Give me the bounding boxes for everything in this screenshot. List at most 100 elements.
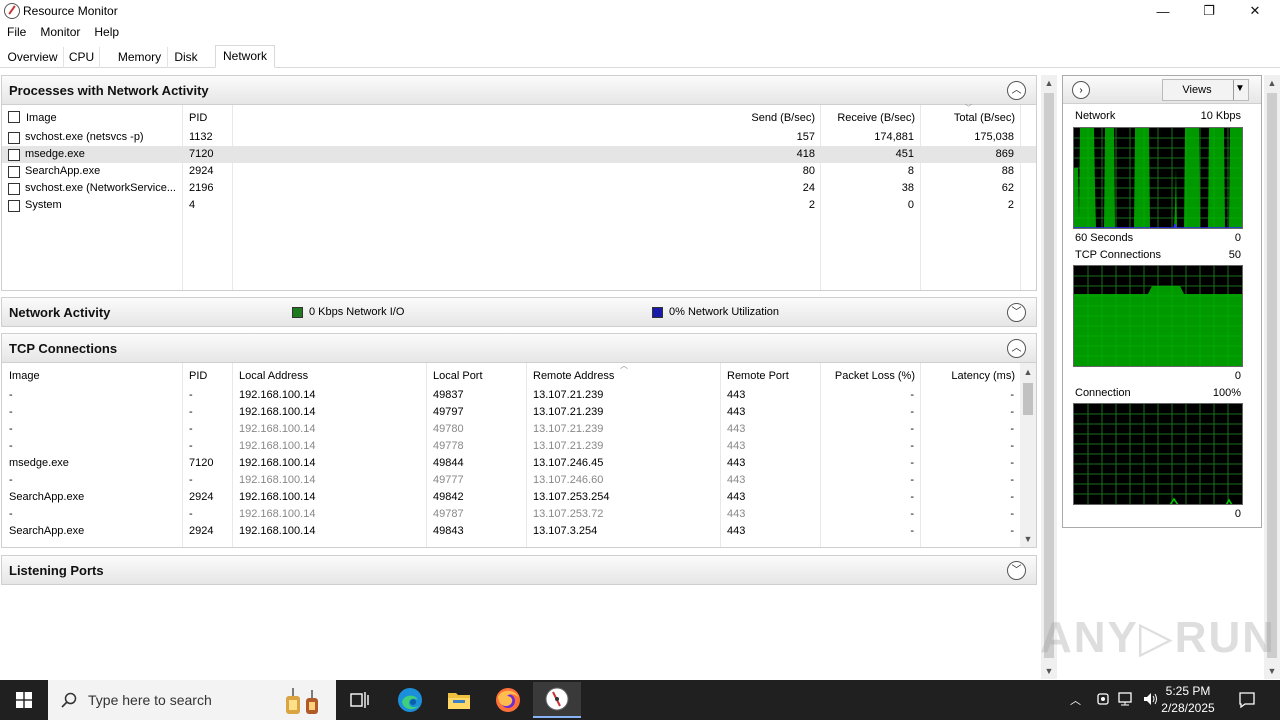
graph-scroll-down-icon[interactable]: ▼ <box>1264 663 1280 679</box>
file-explorer-icon[interactable] <box>435 684 483 716</box>
row-local-port: 49777 <box>433 474 464 486</box>
row-packet-loss: - <box>910 474 914 486</box>
minimize-button[interactable]: — <box>1140 0 1186 22</box>
tab-memory[interactable]: Memory <box>112 47 168 68</box>
scroll-up-icon[interactable]: ▲ <box>1020 364 1036 380</box>
row-receive: 38 <box>901 182 914 194</box>
graph-scroll-up-icon[interactable]: ▲ <box>1264 75 1280 91</box>
table-row-selected[interactable]: msedge.exe 7120 418 451 869 <box>2 146 1036 163</box>
table-row[interactable]: svchost.exe (NetworkService... 2196 24 3… <box>2 180 1036 197</box>
row-checkbox[interactable] <box>8 166 20 178</box>
col-image[interactable]: Image <box>9 370 40 382</box>
table-row[interactable]: - - 192.168.100.14 49837 13.107.21.239 443 - - <box>2 387 1036 404</box>
tcp-graph <box>1073 265 1243 367</box>
search-icon <box>61 692 77 708</box>
table-row[interactable]: - - 192.168.100.14 49778 13.107.21.239 443 - - <box>2 438 1036 455</box>
table-row[interactable]: SearchApp.exe 2924 192.168.100.14 49843 13.1… <box>2 523 1036 540</box>
scroll-thumb[interactable] <box>1023 383 1033 415</box>
row-latency: - <box>1010 440 1014 452</box>
tab-network[interactable]: Network <box>215 45 275 68</box>
row-total: 88 <box>1001 165 1014 177</box>
tab-cpu[interactable]: CPU <box>64 47 100 68</box>
maximize-button[interactable]: ❐ <box>1186 0 1232 22</box>
listening-ports-panel-header[interactable]: Listening Ports ﹀ <box>1 555 1037 585</box>
row-packet-loss: - <box>910 406 914 418</box>
firefox-icon[interactable] <box>484 684 532 716</box>
row-checkbox[interactable] <box>8 200 20 212</box>
network-graph-min: 0 <box>1234 232 1241 244</box>
processes-panel-header[interactable]: Processes with Network Activity ︿ <box>1 75 1037 105</box>
scroll-down-icon[interactable]: ▼ <box>1020 531 1036 547</box>
collapse-tcp-icon[interactable]: ︿ <box>1007 339 1026 358</box>
table-row[interactable]: msedge.exe 7120 192.168.100.14 49844 13.107.… <box>2 455 1036 472</box>
main-scroll-down-icon[interactable]: ▼ <box>1041 663 1057 679</box>
table-row[interactable]: - - 192.168.100.14 49780 13.107.21.239 443 - - <box>2 421 1036 438</box>
table-row[interactable]: SearchApp.exe 2924 80 8 88 <box>2 163 1036 180</box>
row-local-address: 192.168.100.14 <box>239 457 316 469</box>
resource-monitor-taskbar-icon[interactable] <box>533 682 581 718</box>
table-row[interactable]: - - 192.168.100.14 49787 13.107.253.72 443 - - <box>2 506 1036 523</box>
select-all-checkbox[interactable] <box>8 111 20 123</box>
task-view-icon[interactable] <box>336 684 384 716</box>
row-packet-loss: - <box>910 440 914 452</box>
graph-scroll-thumb[interactable] <box>1267 93 1277 658</box>
start-button[interactable] <box>0 680 48 720</box>
clock-date[interactable]: 2/28/2025 <box>1148 701 1228 715</box>
col-local-address[interactable]: Local Address <box>239 370 308 382</box>
row-latency: - <box>1010 423 1014 435</box>
notifications-icon[interactable] <box>1238 691 1256 712</box>
table-row[interactable]: System 4 2 0 2 <box>2 197 1036 214</box>
taskbar-search-box[interactable]: Type here to search <box>48 680 336 720</box>
table-row[interactable]: SearchApp.exe 2924 192.168.100.14 49842 13.1… <box>2 489 1036 506</box>
network-activity-panel-header[interactable]: Network Activity 0 Kbps Network I/O 0% N… <box>1 297 1037 327</box>
table-row[interactable]: svchost.exe (netsvcs -p) 1132 157 174,88… <box>2 129 1036 146</box>
menu-monitor[interactable]: Monitor <box>33 23 87 43</box>
graph-scrollbar[interactable]: ▲ ▼ <box>1264 75 1280 679</box>
col-image[interactable]: Image <box>26 112 57 124</box>
row-packet-loss: - <box>910 508 914 520</box>
collapse-graphs-icon[interactable]: › <box>1072 81 1090 99</box>
row-latency: - <box>1010 406 1014 418</box>
col-total[interactable]: Total (B/sec) <box>922 112 1015 124</box>
row-image: - <box>9 508 13 520</box>
table-row[interactable]: - - 192.168.100.14 49797 13.107.21.239 443 - - <box>2 404 1036 421</box>
col-latency[interactable]: Latency (ms) <box>922 370 1015 382</box>
col-send[interactable]: Send (B/sec) <box>702 112 815 124</box>
row-checkbox[interactable] <box>8 183 20 195</box>
row-checkbox[interactable] <box>8 132 20 144</box>
collapse-processes-icon[interactable]: ︿ <box>1007 81 1026 100</box>
col-remote-port[interactable]: Remote Port <box>727 370 789 382</box>
main-scrollbar[interactable]: ▲ ▼ <box>1041 75 1057 679</box>
tcp-graph-min: 0 <box>1234 370 1241 382</box>
main-scroll-thumb[interactable] <box>1044 93 1054 658</box>
col-packet-loss[interactable]: Packet Loss (%) <box>822 370 915 382</box>
tcp-scrollbar[interactable]: ▲ ▼ <box>1020 363 1036 547</box>
close-button[interactable]: ✕ <box>1232 0 1278 22</box>
network-tray-icon[interactable] <box>1118 691 1136 710</box>
clock-time[interactable]: 5:25 PM <box>1148 684 1228 698</box>
main-scroll-up-icon[interactable]: ▲ <box>1041 75 1057 91</box>
col-receive[interactable]: Receive (B/sec) <box>822 112 915 124</box>
processes-panel-title: Processes with Network Activity <box>9 83 209 98</box>
col-local-port[interactable]: Local Port <box>433 370 483 382</box>
row-image: svchost.exe (netsvcs -p) <box>25 131 144 143</box>
tcp-panel-title: TCP Connections <box>9 341 118 356</box>
row-remote-port: 443 <box>727 423 746 435</box>
edge-icon[interactable] <box>386 684 434 716</box>
col-remote-address[interactable]: Remote Address <box>533 370 614 382</box>
tcp-panel-header[interactable]: TCP Connections ︿ <box>1 333 1037 363</box>
show-hidden-icons-chevron-icon[interactable]: ︿ <box>1070 692 1081 708</box>
menu-file[interactable]: File <box>0 23 33 43</box>
col-pid[interactable]: PID <box>189 112 207 124</box>
tab-overview[interactable]: Overview <box>2 47 64 68</box>
row-image: SearchApp.exe <box>9 491 85 503</box>
row-checkbox[interactable] <box>8 149 20 161</box>
meet-now-icon[interactable] <box>1096 691 1112 710</box>
expand-listening-ports-icon[interactable]: ﹀ <box>1007 561 1026 580</box>
menu-help[interactable]: Help <box>87 23 126 43</box>
col-pid[interactable]: PID <box>189 370 207 382</box>
expand-network-activity-icon[interactable]: ﹀ <box>1007 303 1026 322</box>
tab-disk[interactable]: Disk <box>170 47 202 68</box>
views-dropdown[interactable]: Views ▼ <box>1162 79 1249 101</box>
table-row[interactable]: - - 192.168.100.14 49777 13.107.246.60 443 - - <box>2 472 1036 489</box>
